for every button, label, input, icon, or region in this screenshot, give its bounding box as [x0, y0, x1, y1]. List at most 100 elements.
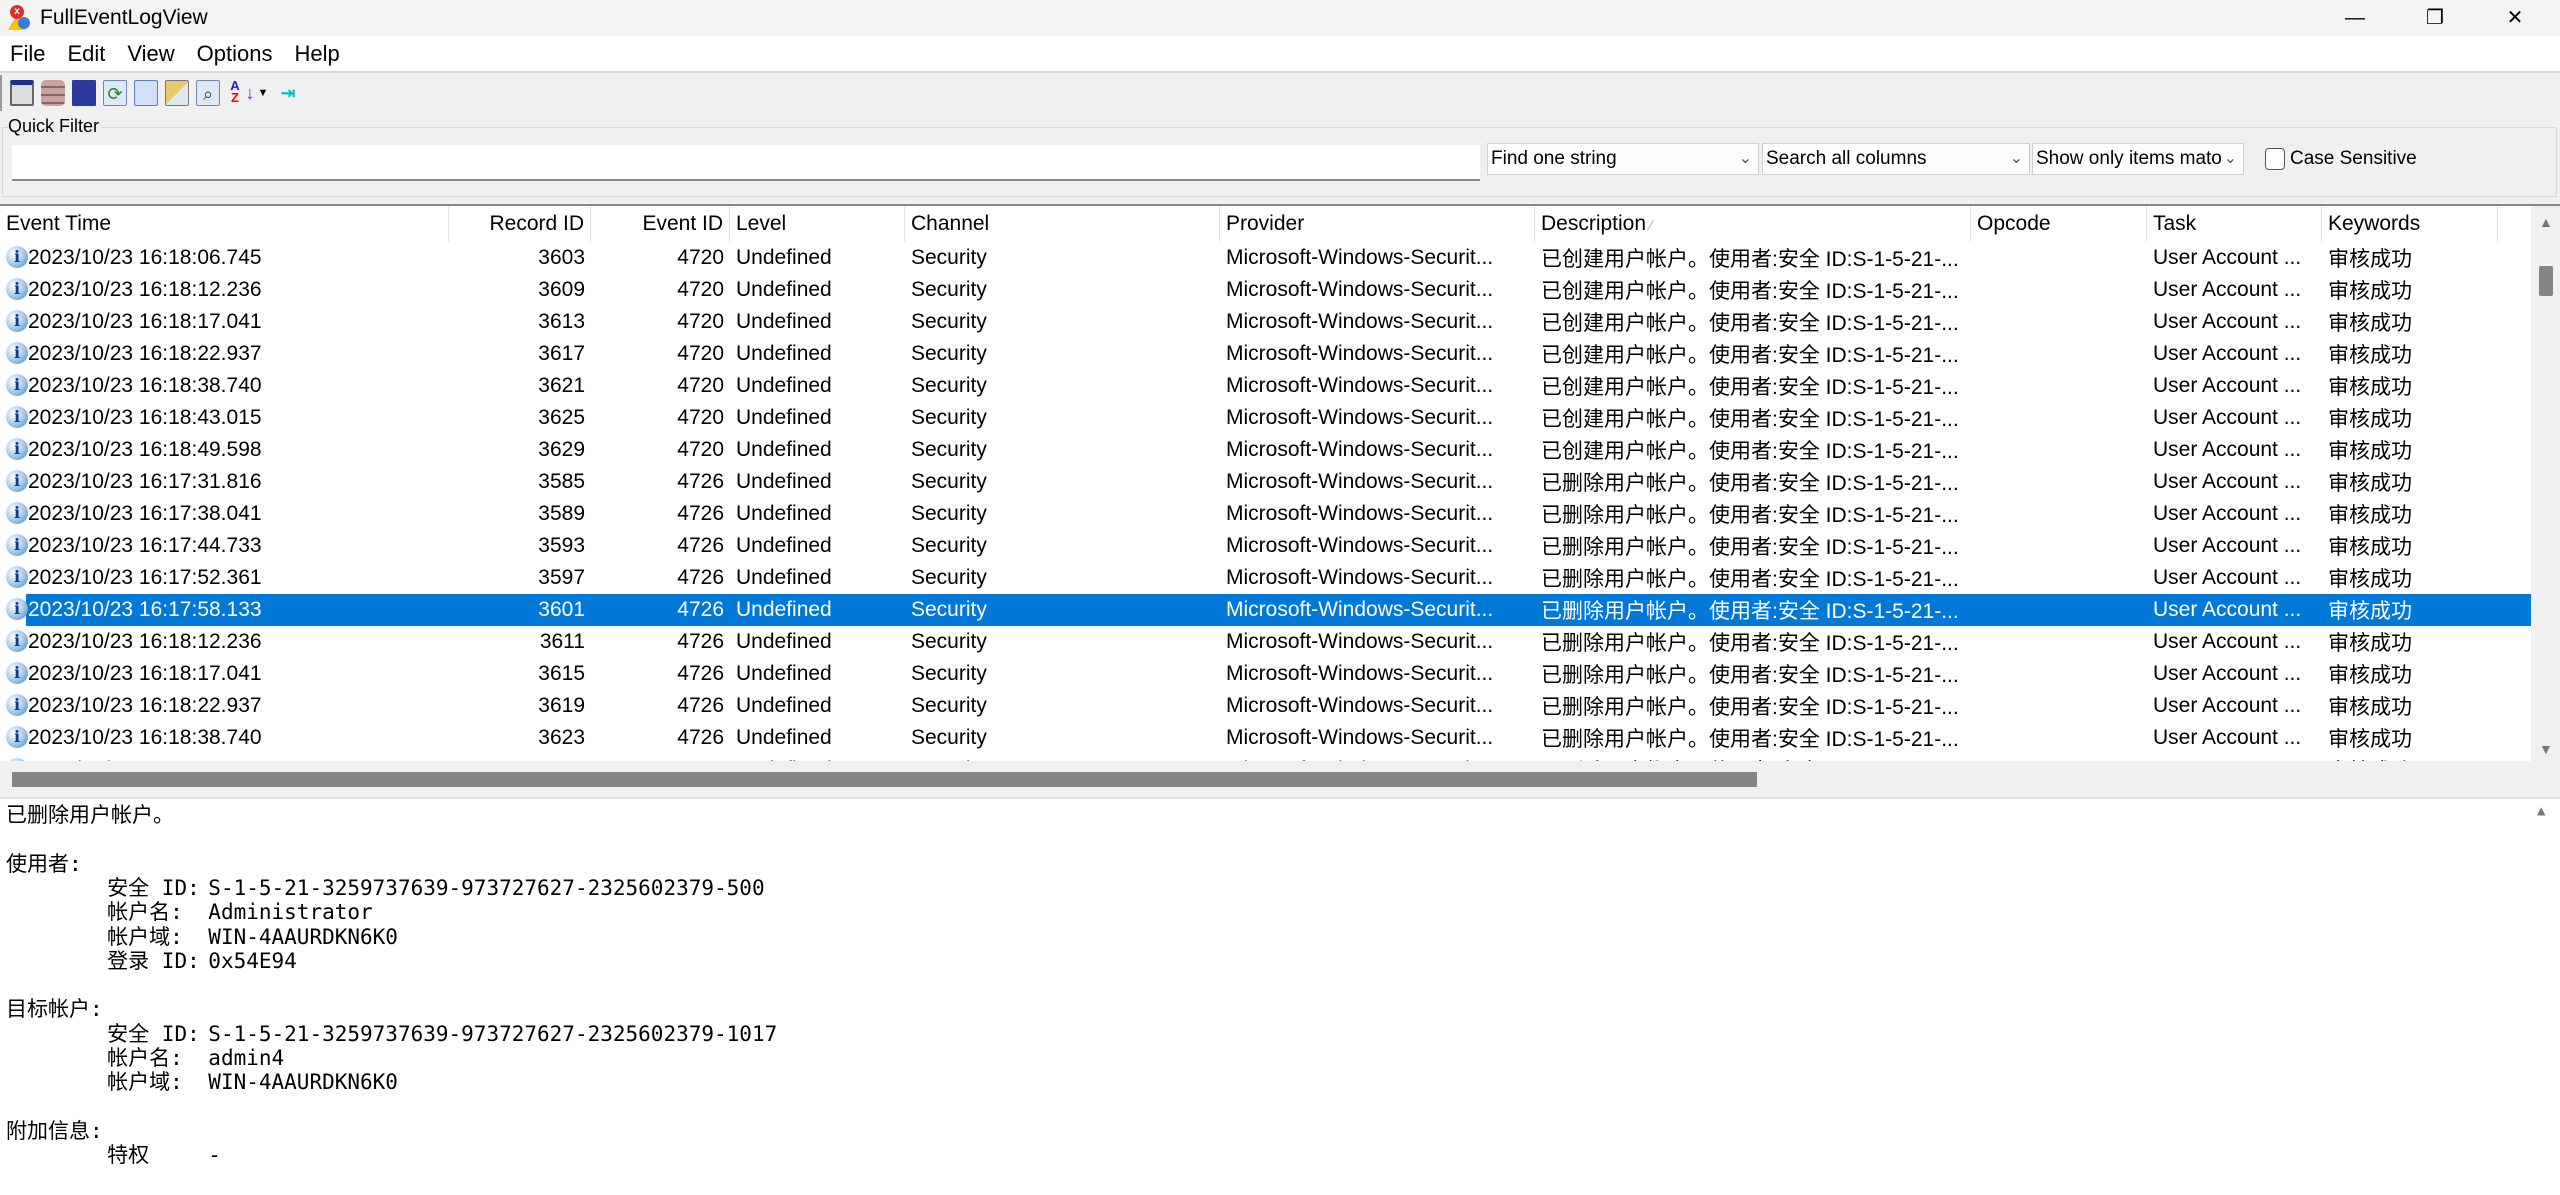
table-row[interactable]: i 2023/10/23 16:18:12.236 3611 4726 Undefine…	[0, 626, 2531, 658]
refresh-icon[interactable]: ⟳	[103, 80, 127, 106]
menu-view[interactable]: View	[116, 41, 185, 67]
cell-record-id: 3611	[539, 630, 585, 653]
sort-arrow-icon[interactable]: ↓	[245, 80, 255, 106]
scroll-down-icon[interactable]: ▼	[2539, 741, 2553, 757]
cell-provider: Microsoft-Windows-Securit...	[1226, 374, 1494, 397]
table-row[interactable]: i 2023/10/23 16:18:22.937 3617 4720 Undefine…	[0, 338, 2531, 370]
table-row[interactable]: i 2023/10/23 16:18:38.740 3623 4726 Undefine…	[0, 722, 2531, 754]
table-body: i 2023/10/23 16:18:06.745 3603 4720 Undefine…	[0, 242, 2531, 786]
horizontal-scroll-thumb[interactable]	[12, 772, 1757, 787]
cell-provider: Microsoft-Windows-Securit...	[1226, 598, 1494, 621]
exit-icon[interactable]: ⇥	[276, 80, 300, 106]
table-row[interactable]: i 2023/10/23 16:17:52.361 3597 4726 Undefine…	[0, 562, 2531, 594]
cell-keywords: 审核成功	[2328, 664, 2412, 687]
vertical-scroll-thumb[interactable]	[2539, 266, 2553, 296]
maximize-button[interactable]: ❐	[2400, 0, 2470, 36]
filter-show-select[interactable]: Show only items mato ⌄	[2032, 143, 2244, 175]
cell-level: Undefined	[736, 630, 832, 653]
close-button[interactable]: ✕	[2480, 0, 2550, 36]
cell-keywords: 审核成功	[2328, 568, 2412, 591]
column-header-opcode[interactable]: Opcode	[1971, 206, 2147, 242]
table-row[interactable]: i 2023/10/23 16:18:17.041 3613 4720 Undefine…	[0, 306, 2531, 338]
cell-description: 已创建用户帐户。使用者:安全 ID:S-1-5-21-...	[1541, 344, 1959, 367]
table-row[interactable]: i 2023/10/23 16:18:12.236 3609 4720 Undefine…	[0, 274, 2531, 306]
column-header-level[interactable]: Level	[730, 206, 905, 242]
html-report-icon[interactable]	[165, 80, 189, 106]
detail-line: 安全 ID: S-1-5-21-3259737639-973727627-232…	[6, 1021, 778, 1046]
cell-provider: Microsoft-Windows-Securit...	[1226, 246, 1494, 269]
properties-icon[interactable]	[10, 80, 34, 106]
table-row[interactable]: i 2023/10/23 16:18:49.598 3629 4720 Undefine…	[0, 434, 2531, 466]
database-icon[interactable]	[41, 80, 65, 106]
cell-record-id: 3597	[538, 566, 585, 589]
column-header-event-id[interactable]: Event ID	[591, 206, 730, 242]
table-row[interactable]: i 2023/10/23 16:18:43.015 3625 4720 Undefine…	[0, 402, 2531, 434]
table-row[interactable]: i 2023/10/23 16:17:31.816 3585 4726 Undefine…	[0, 466, 2531, 498]
table-row[interactable]: i 2023/10/23 16:17:44.733 3593 4726 Undefine…	[0, 530, 2531, 562]
cell-task: User Account ...	[2153, 662, 2302, 685]
filter-mode-select[interactable]: Find one string ⌄	[1487, 143, 1759, 175]
detail-line: 已删除用户帐户。	[6, 803, 174, 827]
menu-edit[interactable]: Edit	[56, 41, 116, 67]
column-header-provider[interactable]: Provider	[1220, 206, 1535, 242]
table-row[interactable]: i 2023/10/23 16:17:58.133 3601 4726 Undefine…	[0, 594, 2531, 626]
cell-task: User Account ...	[2153, 534, 2302, 557]
cell-event-id: 4726	[677, 470, 724, 493]
case-sensitive-checkbox[interactable]	[2265, 148, 2285, 170]
column-header-description[interactable]: Description ∕	[1535, 206, 1971, 242]
cell-level: Undefined	[736, 278, 832, 301]
cell-provider: Microsoft-Windows-Securit...	[1226, 470, 1494, 493]
sort-icon[interactable]: AZ	[227, 79, 243, 106]
quick-filter-input[interactable]	[12, 145, 1480, 181]
detail-line: 帐户名: admin4	[6, 1046, 285, 1070]
scroll-up-icon[interactable]: ▲	[2537, 803, 2545, 819]
cell-provider: Microsoft-Windows-Securit...	[1226, 534, 1494, 557]
cell-keywords: 审核成功	[2328, 504, 2412, 527]
menu-file[interactable]: File	[0, 41, 56, 67]
cell-event-id: 4720	[677, 406, 724, 429]
info-icon: i	[6, 468, 30, 496]
table-row[interactable]: i 2023/10/23 16:18:22.937 3619 4726 Undefine…	[0, 690, 2531, 722]
info-icon: i	[6, 340, 30, 368]
table-row[interactable]: i 2023/10/23 16:18:38.740 3621 4720 Undefine…	[0, 370, 2531, 402]
cell-channel: Security	[911, 566, 987, 589]
cell-description: 已创建用户帐户。使用者:安全 ID:S-1-5-21-...	[1541, 280, 1959, 303]
save-icon[interactable]	[72, 80, 96, 106]
vertical-scrollbar[interactable]: ▲ ▼	[2531, 206, 2560, 761]
cell-task: User Account ...	[2153, 566, 2302, 589]
cell-level: Undefined	[736, 374, 832, 397]
menu-options[interactable]: Options	[186, 41, 284, 67]
copy-icon[interactable]	[134, 80, 158, 106]
info-icon: i	[6, 596, 30, 624]
horizontal-scrollbar[interactable]	[0, 761, 2560, 797]
app-icon: x	[8, 5, 30, 31]
minimize-button[interactable]: —	[2320, 0, 2390, 36]
cell-event-id: 4720	[677, 438, 724, 461]
filter-columns-select[interactable]: Search all columns ⌄	[1762, 143, 2030, 175]
cell-provider: Microsoft-Windows-Securit...	[1226, 726, 1494, 749]
scroll-up-icon[interactable]: ▲	[2539, 214, 2553, 230]
chevron-down-icon: ⌄	[2009, 144, 2023, 174]
cell-record-id: 3601	[538, 598, 585, 621]
column-header-event-time[interactable]: Event Time	[0, 206, 449, 242]
column-header-task[interactable]: Task	[2147, 206, 2322, 242]
cell-task: User Account ...	[2153, 246, 2302, 269]
detail-line: 帐户域: WIN-4AAURDKN6K0	[6, 1070, 398, 1095]
table-row[interactable]: i 2023/10/23 16:18:17.041 3615 4726 Undefine…	[0, 658, 2531, 690]
cell-level: Undefined	[736, 246, 832, 269]
column-header-channel[interactable]: Channel	[905, 206, 1220, 242]
table-row[interactable]: i 2023/10/23 16:17:38.041 3589 4726 Undefine…	[0, 498, 2531, 530]
dropdown-icon[interactable]: ▼	[257, 80, 269, 106]
menu-help[interactable]: Help	[284, 41, 351, 67]
cell-provider: Microsoft-Windows-Securit...	[1226, 278, 1494, 301]
cell-keywords: 审核成功	[2328, 632, 2412, 655]
info-icon: i	[6, 436, 30, 464]
cell-level: Undefined	[736, 694, 832, 717]
find-icon[interactable]: ⌕	[196, 80, 220, 106]
column-header-record-id[interactable]: Record ID	[449, 206, 591, 242]
cell-event-id: 4720	[677, 278, 724, 301]
column-header-keywords[interactable]: Keywords	[2322, 206, 2498, 242]
cell-level: Undefined	[736, 566, 832, 589]
cell-description: 已创建用户帐户。使用者:安全 ID:S-1-5-21-...	[1541, 440, 1959, 463]
table-row[interactable]: i 2023/10/23 16:18:06.745 3603 4720 Undefine…	[0, 242, 2531, 274]
